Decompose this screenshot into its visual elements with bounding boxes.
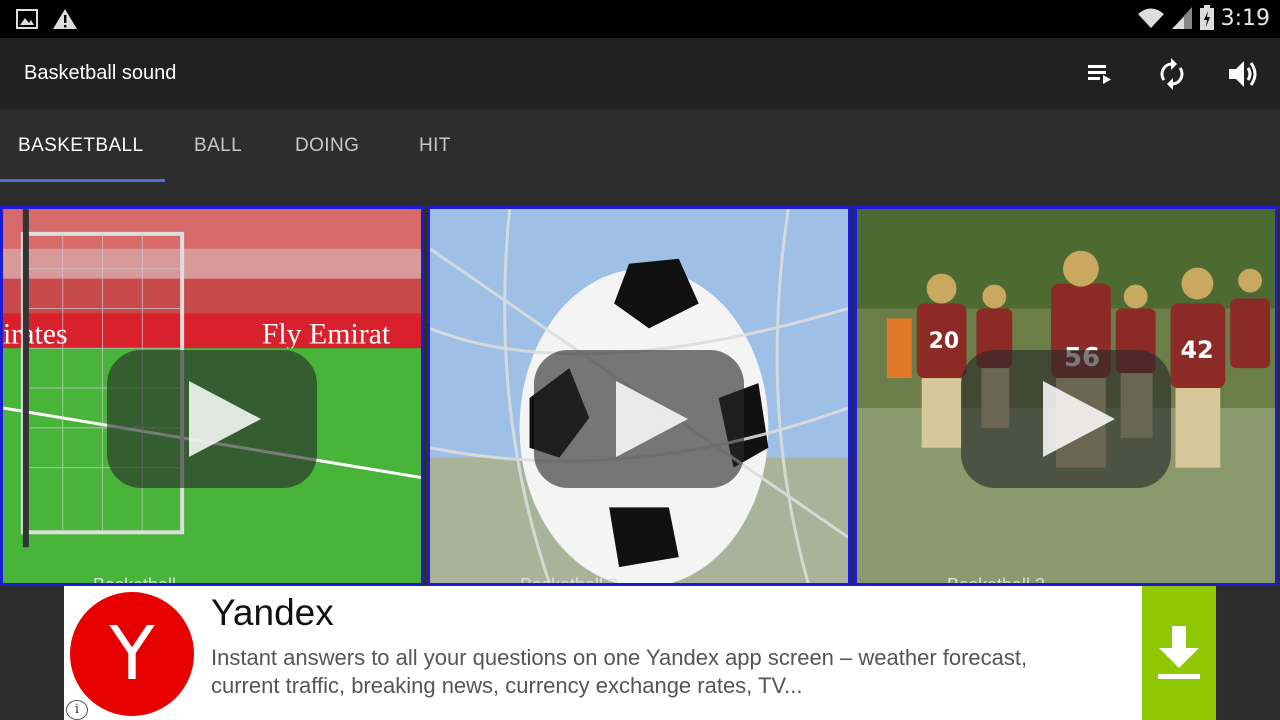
video-caption: Basketball 3...	[947, 575, 1061, 586]
video-card-1[interactable]: Fly Emirat irates Basketball...	[0, 206, 424, 586]
tab-bar: BASKETBALL BALL DOING HIT	[0, 110, 1280, 182]
tab-ball[interactable]: BALL	[194, 110, 242, 182]
svg-text:20: 20	[929, 329, 959, 354]
video-card-3[interactable]: 20 56 42 Basketball 3...	[854, 206, 1278, 586]
tab-basketball[interactable]: BASKETBALL	[18, 110, 143, 182]
video-card-2[interactable]: Basketball 2...	[427, 206, 851, 586]
svg-text:Fly Emirat: Fly Emirat	[262, 317, 391, 350]
battery-icon	[1199, 5, 1214, 30]
repeat-icon	[1160, 58, 1184, 90]
ad-description: Instant answers to all your questions on…	[211, 645, 1028, 698]
svg-text:irates: irates	[3, 317, 68, 350]
play-icon	[1043, 381, 1115, 457]
signal-icon	[1171, 7, 1192, 29]
play-button[interactable]	[961, 350, 1171, 488]
warning-icon	[53, 9, 77, 29]
app-bar: Basketball sound	[0, 38, 1280, 110]
play-icon	[616, 381, 688, 457]
download-icon	[1158, 626, 1200, 679]
video-grid: Fly Emirat irates Basketball... Basketba…	[0, 206, 1280, 586]
play-icon	[189, 381, 261, 457]
video-caption: Basketball...	[93, 575, 192, 586]
volume-icon	[1229, 61, 1257, 87]
tab-doing[interactable]: DOING	[295, 110, 359, 182]
play-button[interactable]	[534, 350, 744, 488]
repeat-button[interactable]	[1154, 56, 1190, 92]
video-caption: Basketball 2...	[520, 575, 634, 586]
app-title: Basketball sound	[24, 62, 177, 84]
yandex-logo-letter: Y	[109, 611, 155, 697]
wifi-icon	[1137, 8, 1164, 28]
status-bar: 3:19	[0, 0, 1280, 38]
ad-title: Yandex	[211, 592, 334, 633]
playlist-icon	[1088, 65, 1111, 84]
play-button[interactable]	[107, 350, 317, 488]
yandex-logo: Y	[70, 592, 194, 716]
ad-banner[interactable]: Y Yandex Instant answers to all your que…	[64, 586, 1216, 720]
tab-hit[interactable]: HIT	[419, 110, 451, 182]
volume-button[interactable]	[1226, 56, 1262, 92]
ad-info-button[interactable]: i	[66, 700, 88, 720]
image-icon	[16, 9, 38, 29]
playlist-button[interactable]	[1082, 56, 1118, 92]
svg-text:42: 42	[1180, 336, 1213, 364]
status-time: 3:19	[1220, 5, 1270, 31]
tab-indicator	[0, 179, 165, 182]
ad-download-button[interactable]	[1142, 586, 1216, 720]
